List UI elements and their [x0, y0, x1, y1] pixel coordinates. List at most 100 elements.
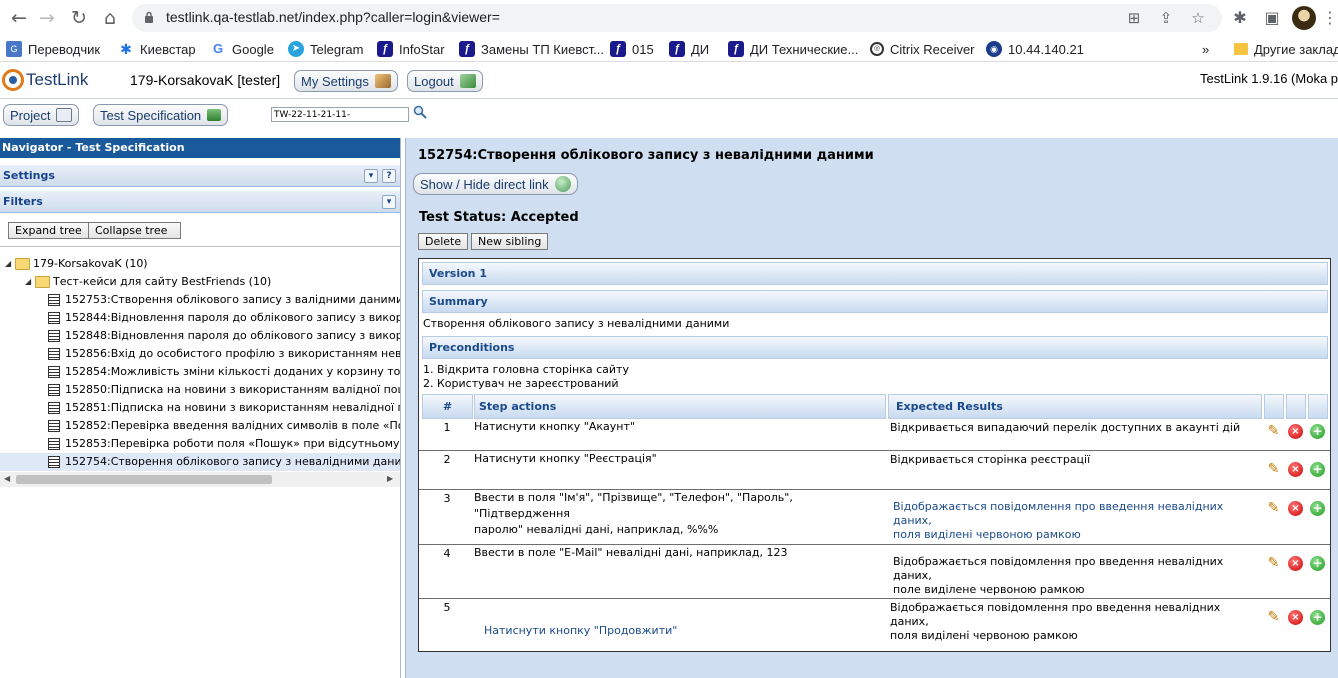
tree-node-label: 152854:Можливість зміни кількості додани… — [65, 365, 400, 378]
testcase-title: 152754:Створення облікового запису з нев… — [418, 148, 874, 163]
test-specification-button[interactable]: Test Specification — [93, 104, 229, 126]
bookmark-kyivstar[interactable]: ✱ Киевстар — [118, 40, 195, 58]
add-step-icon[interactable]: + — [1310, 501, 1325, 516]
delete-step-icon[interactable]: × — [1288, 462, 1303, 477]
testlink-logo[interactable]: TestLink — [2, 69, 88, 91]
testlink-logo-icon — [2, 69, 24, 91]
tree-structure-icon — [207, 109, 222, 121]
url-text[interactable]: testlink.qa-testlab.net/index.php?caller… — [166, 9, 500, 25]
add-step-icon[interactable]: + — [1310, 462, 1325, 477]
expander-icon[interactable]: ◢ — [25, 273, 31, 291]
filters-panel-header[interactable]: Filters ▾ — [0, 191, 400, 213]
bookmark-zameny[interactable]: ƒ Замены ТП Киевст... — [459, 40, 604, 58]
settings-panel-header[interactable]: Settings ▾ ? — [0, 165, 400, 187]
edit-step-icon[interactable]: ✎ — [1266, 501, 1281, 516]
bookmark-telegram[interactable]: ➤ Telegram — [288, 40, 363, 58]
bookmark-ip[interactable]: ◉ 10.44.140.21 — [986, 40, 1084, 58]
testcase-search-input[interactable] — [271, 107, 409, 122]
step-row: 4 Ввести в поле "E-Mail" невалідні дані, … — [419, 545, 1330, 599]
project-icon — [56, 108, 73, 122]
google-icon: G — [212, 41, 224, 56]
add-step-icon[interactable]: + — [1310, 424, 1325, 439]
bookmark-di-tech[interactable]: ƒ ДИ Технические... — [728, 40, 858, 58]
tree-folder[interactable]: ◢ 179-KorsakovaK (10) — [0, 255, 400, 273]
step-action: Натиснути кнопку "Продовжити" — [484, 623, 879, 639]
tree-testcase[interactable]: 152856:Вхід до особистого профілю з вико… — [0, 345, 400, 363]
tree-testcase[interactable]: 152848:Відновлення пароля до облікового … — [0, 327, 400, 345]
project-button[interactable]: Project — [3, 104, 80, 126]
step-row: 2 Натиснути кнопку "Реєстрація" Відкриваєт… — [419, 451, 1330, 490]
extensions-icon[interactable]: ✱ — [1228, 6, 1252, 30]
scrollbar-thumb[interactable] — [16, 475, 272, 484]
scroll-right-icon[interactable]: ▶ — [387, 474, 393, 483]
tree-node-label: 152853:Перевірка роботи поля «Пошук» при… — [65, 437, 400, 450]
testcase-details: Version 1 Summary Створення облікового з… — [418, 258, 1331, 652]
lock-icon[interactable] — [144, 11, 154, 24]
search-icon[interactable] — [413, 105, 427, 119]
edit-step-icon[interactable]: ✎ — [1266, 424, 1281, 439]
edit-step-icon[interactable]: ✎ — [1266, 462, 1281, 477]
bookmark-infostar[interactable]: ƒ InfoStar — [377, 40, 445, 58]
google-translate-icon: G — [6, 41, 22, 57]
delete-button[interactable]: Delete — [418, 233, 469, 250]
edit-step-icon[interactable]: ✎ — [1266, 556, 1281, 571]
bookmark-google[interactable]: G Google — [210, 40, 274, 58]
bookmark-star-icon[interactable]: ☆ — [1188, 8, 1208, 28]
tree-testcase[interactable]: 152754:Створення облікового запису з нев… — [0, 453, 400, 471]
step-action-line: паролю" невалідні дані, наприклад, %%% — [474, 523, 719, 536]
side-panel-icon[interactable]: ▣ — [1260, 6, 1284, 30]
expander-icon[interactable]: ◢ — [5, 255, 11, 273]
profile-avatar[interactable] — [1292, 6, 1316, 30]
other-bookmarks-folder[interactable]: Другие заклад — [1234, 40, 1338, 58]
address-bar[interactable]: testlink.qa-testlab.net/index.php?caller… — [132, 4, 1222, 32]
share-icon[interactable]: ⇪ — [1156, 8, 1176, 28]
tree-horizontal-scrollbar[interactable]: ◀ ▶ — [0, 472, 400, 487]
bookmark-di[interactable]: ƒ ДИ — [669, 40, 709, 58]
delete-step-icon[interactable]: × — [1288, 610, 1303, 625]
tree-testcase[interactable]: 152844:Відновлення пароля до облікового … — [0, 309, 400, 327]
tree-testcase[interactable]: 152854:Можливість зміни кількості додани… — [0, 363, 400, 381]
tree-testcase[interactable]: 152852:Перевірка введення валідних симво… — [0, 417, 400, 435]
bookmark-translator[interactable]: G Переводчик — [6, 40, 100, 58]
chevron-down-icon[interactable]: ▾ — [382, 195, 396, 209]
column-header-edit — [1264, 394, 1284, 419]
delete-step-icon[interactable]: × — [1288, 501, 1303, 516]
testcase-icon — [48, 366, 60, 378]
chevron-down-icon[interactable]: ▾ — [364, 169, 378, 183]
delete-step-icon[interactable]: × — [1288, 556, 1303, 571]
logout-button[interactable]: Logout — [407, 70, 483, 92]
bookmark-015[interactable]: ƒ 015 — [610, 40, 654, 58]
scroll-left-icon[interactable]: ◀ — [4, 474, 10, 483]
edit-step-icon[interactable]: ✎ — [1266, 610, 1281, 625]
tree-testcase[interactable]: 152851:Підписка на новини з використання… — [0, 399, 400, 417]
main-toolbar: Project Test Specification — [0, 99, 1338, 129]
tree-folder[interactable]: ◢ Тест-кейси для сайту BestFriends (10) — [0, 273, 400, 291]
forward-icon[interactable]: → — [34, 5, 60, 31]
collapse-tree-button[interactable]: Collapse tree — [88, 222, 181, 239]
add-step-icon[interactable]: + — [1310, 556, 1325, 571]
tree-testcase[interactable]: 152753:Створення облікового запису з вал… — [0, 291, 400, 309]
tree-testcase[interactable]: 152850:Підписка на новини з використання… — [0, 381, 400, 399]
direct-link-button[interactable]: Show / Hide direct link — [413, 173, 578, 195]
new-sibling-button[interactable]: New sibling — [471, 233, 549, 250]
user-settings-icon — [374, 74, 391, 88]
back-icon[interactable]: ← — [6, 5, 32, 31]
step-number: 3 — [443, 492, 451, 505]
add-step-icon[interactable]: + — [1310, 610, 1325, 625]
translate-icon[interactable]: ⊞ — [1124, 8, 1144, 28]
tree-testcase[interactable]: 152853:Перевірка роботи поля «Пошук» при… — [0, 435, 400, 453]
my-settings-button[interactable]: My Settings — [294, 70, 398, 92]
help-icon[interactable]: ? — [382, 169, 396, 183]
tree-node-label: 152852:Перевірка введення валідних симво… — [65, 419, 400, 432]
bookmark-citrix[interactable]: ◎ Citrix Receiver — [870, 40, 975, 58]
reload-icon[interactable]: ↻ — [66, 5, 92, 31]
step-action: Ввести в поле "E-Mail" невалідні дані, н… — [474, 545, 869, 561]
expand-tree-button[interactable]: Expand tree — [8, 222, 89, 239]
more-bookmarks-button[interactable]: » — [1202, 40, 1209, 58]
home-icon[interactable]: ⌂ — [97, 5, 123, 31]
menu-icon[interactable]: ⋮ — [1322, 6, 1338, 30]
delete-step-icon[interactable]: × — [1288, 424, 1303, 439]
citrix-icon: ◎ — [870, 42, 884, 56]
datasphere-icon: ƒ — [610, 41, 626, 57]
step-expected: Відображається повідомлення про введення… — [893, 500, 1253, 542]
